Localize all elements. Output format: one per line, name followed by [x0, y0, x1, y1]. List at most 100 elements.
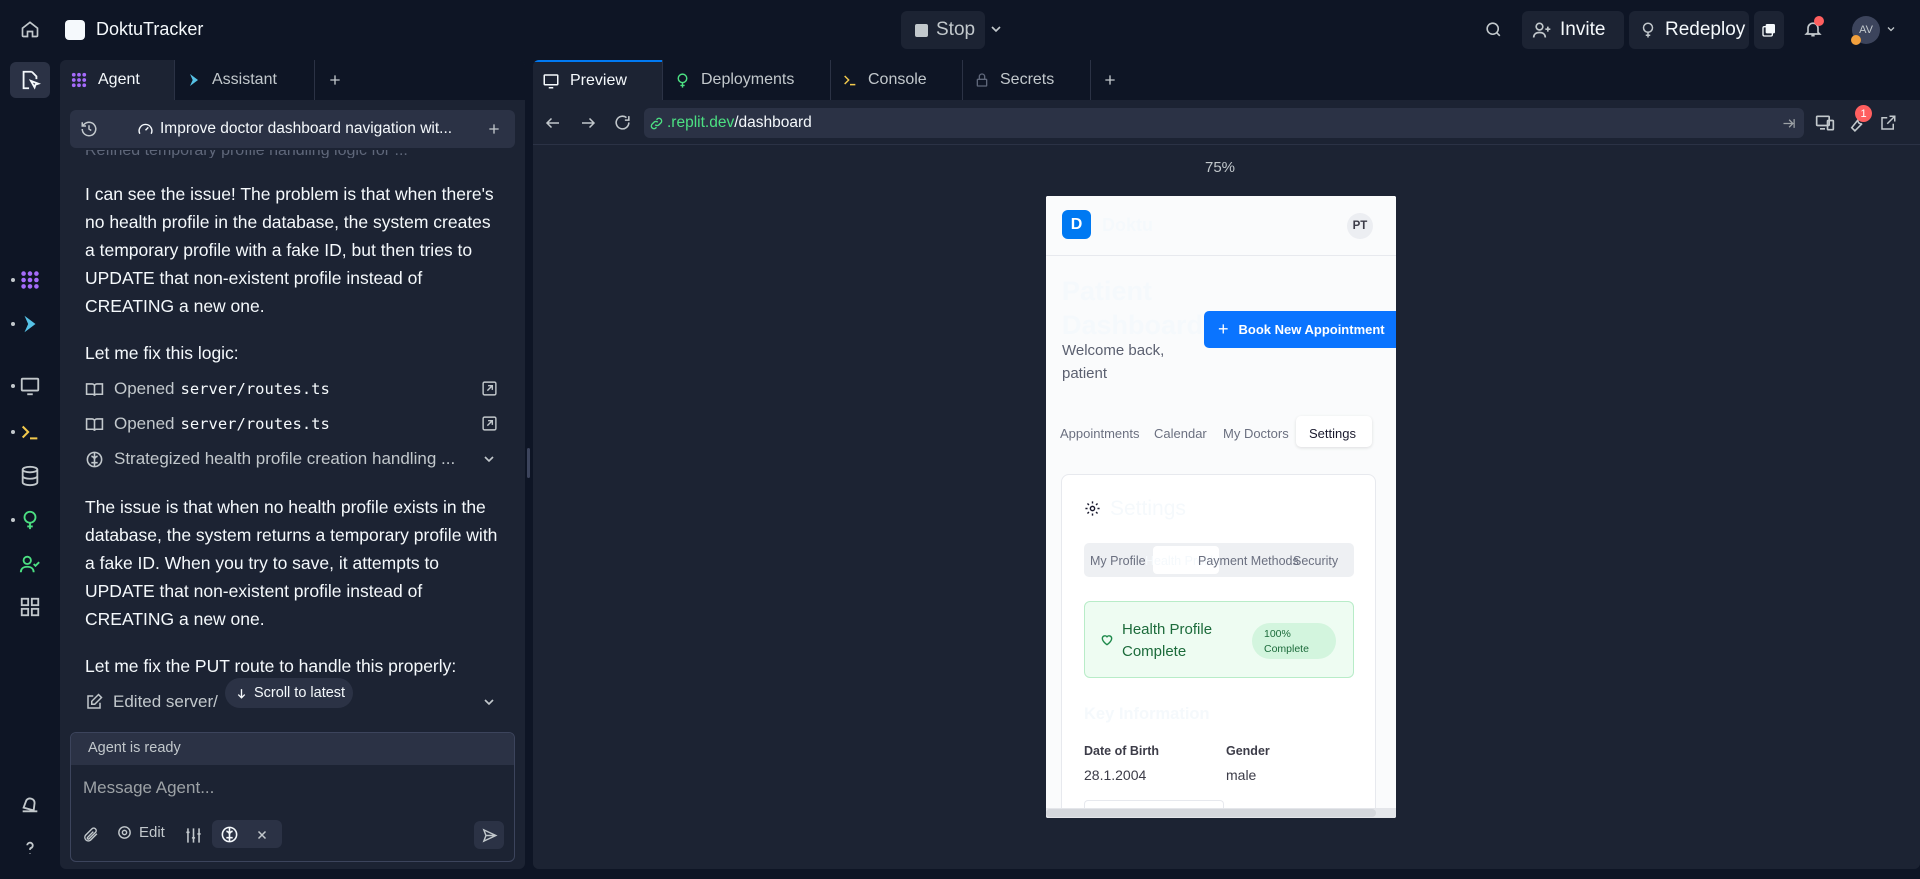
- user-check-icon[interactable]: [19, 553, 41, 575]
- tool-row-opened[interactable]: Opened server/routes.ts: [85, 376, 505, 402]
- assistant-icon[interactable]: [19, 313, 41, 335]
- thread-title[interactable]: Improve doctor dashboard navigation wit.…: [160, 120, 452, 138]
- subtab-my-profile[interactable]: My Profile: [1090, 554, 1146, 568]
- paperclip-icon[interactable]: [82, 826, 99, 843]
- brand-name[interactable]: Doktu: [1102, 215, 1153, 236]
- url-domain: .replit.dev: [667, 114, 735, 131]
- agent-icon[interactable]: [19, 269, 41, 291]
- tool-row-strategy[interactable]: Strategized health profile creation hand…: [85, 446, 505, 472]
- rail-dot: [11, 430, 15, 434]
- top-bar: DoktuTracker Stop Invite Redeploy AV: [0, 0, 1920, 58]
- dob-label: Date of Birth: [1084, 744, 1159, 758]
- book-appointment-label: Book New Appointment: [1238, 322, 1385, 337]
- send-button[interactable]: [474, 821, 504, 849]
- chevron-down-icon[interactable]: [481, 451, 497, 467]
- edit-icon: [85, 693, 103, 711]
- arrow-down-icon: [235, 687, 248, 700]
- edit-mode-button[interactable]: Edit: [116, 824, 165, 841]
- scroll-to-latest-button[interactable]: Scroll to latest: [225, 678, 353, 708]
- database-icon[interactable]: [19, 465, 41, 487]
- tab-appointments[interactable]: Appointments: [1060, 426, 1140, 441]
- settings-title: Settings: [1110, 497, 1186, 520]
- send-icon: [481, 827, 498, 844]
- console-icon: [842, 72, 858, 88]
- close-icon[interactable]: [256, 829, 268, 841]
- left-rail: [0, 58, 60, 879]
- console-icon[interactable]: [19, 421, 41, 443]
- history-icon[interactable]: [80, 120, 98, 138]
- project-title[interactable]: DoktuTracker: [96, 19, 203, 40]
- zoom-level: 75%: [1205, 159, 1236, 176]
- user-avatar[interactable]: PT: [1347, 213, 1373, 239]
- devices-icon[interactable]: [1815, 113, 1835, 133]
- open-file-icon[interactable]: [481, 415, 498, 432]
- gauge-icon: [137, 121, 154, 138]
- url-text: .replit.dev/dashboard: [667, 114, 812, 132]
- subtab-security[interactable]: Security: [1293, 554, 1338, 568]
- tab-my-doctors[interactable]: My Doctors: [1223, 426, 1289, 441]
- page-title-line-1: Patient: [1062, 276, 1153, 306]
- open-file-icon[interactable]: [481, 380, 498, 397]
- external-link-icon[interactable]: [1879, 114, 1897, 132]
- heart-icon: [1100, 633, 1114, 647]
- new-thread-icon[interactable]: [486, 121, 502, 137]
- tab-assistant[interactable]: Assistant: [176, 60, 314, 100]
- reload-icon[interactable]: [613, 113, 632, 132]
- tab-deployments[interactable]: Deployments: [664, 60, 830, 100]
- search-icon[interactable]: [1484, 20, 1503, 39]
- preview-scrollbar-thumb[interactable]: [1046, 809, 1376, 817]
- tab-agent[interactable]: Agent: [60, 60, 174, 100]
- book-appointment-button[interactable]: + Book New Appointment: [1204, 311, 1396, 348]
- add-tab-icon[interactable]: [327, 72, 343, 88]
- plus-icon: +: [1218, 319, 1229, 339]
- subtab-payment-methods[interactable]: Payment Methods: [1198, 554, 1299, 568]
- tab-console[interactable]: Console: [832, 60, 962, 100]
- tab-deployments-label: Deployments: [701, 71, 795, 88]
- deployments-icon[interactable]: [19, 509, 41, 531]
- home-icon[interactable]: [20, 19, 40, 39]
- windows-button[interactable]: [1754, 11, 1784, 49]
- chevron-down-icon[interactable]: [481, 694, 497, 710]
- url-bar[interactable]: [644, 108, 1804, 138]
- gender-value: male: [1226, 767, 1257, 783]
- redeploy-button[interactable]: Redeploy: [1629, 11, 1749, 49]
- tool-verb: Opened: [114, 414, 175, 433]
- preview-icon[interactable]: [19, 375, 41, 397]
- url-path: /dashboard: [734, 114, 812, 131]
- redeploy-icon: [1639, 21, 1657, 39]
- tab-calendar[interactable]: Calendar: [1154, 426, 1207, 441]
- tab-preview[interactable]: Preview: [533, 60, 662, 100]
- file-cursor-icon[interactable]: [19, 69, 41, 91]
- chevron-down-icon[interactable]: [988, 21, 1004, 37]
- invite-button[interactable]: Invite: [1522, 11, 1624, 49]
- tab-agent-label: Agent: [98, 71, 140, 88]
- stop-label: Stop: [936, 19, 976, 40]
- help-icon[interactable]: [19, 837, 41, 859]
- add-tab-icon[interactable]: [1102, 72, 1118, 88]
- panel-resize-handle[interactable]: [527, 448, 530, 478]
- add-user-icon: [1532, 20, 1552, 40]
- key-info-title: Key Information: [1084, 705, 1210, 723]
- back-arrow-icon[interactable]: [544, 114, 562, 132]
- tab-settings[interactable]: Settings: [1309, 426, 1356, 441]
- message-input[interactable]: Message Agent...: [83, 778, 493, 798]
- chat-message: Let me fix this logic:: [85, 343, 239, 363]
- tab-secrets[interactable]: Secrets: [964, 60, 1090, 100]
- tab-assistant-label: Assistant: [212, 71, 277, 88]
- devtools-badge-count: 1: [1860, 107, 1867, 120]
- forward-arrow-icon[interactable]: [579, 114, 597, 132]
- tool-row-opened[interactable]: Opened server/routes.ts: [85, 411, 505, 437]
- tab-divider: [174, 60, 175, 100]
- apps-grid-icon[interactable]: [19, 596, 41, 618]
- tool-verb: Opened: [114, 379, 175, 398]
- stop-button[interactable]: Stop: [901, 11, 985, 49]
- lock-icon: [974, 72, 990, 88]
- chevron-down-icon[interactable]: [1885, 23, 1897, 35]
- rail-dot: [11, 518, 15, 522]
- alerts-icon[interactable]: [19, 793, 41, 815]
- open-url-icon[interactable]: [1781, 116, 1796, 131]
- sliders-icon[interactable]: [184, 826, 203, 845]
- tab-secrets-label: Secrets: [1000, 71, 1055, 88]
- scroll-to-latest-label: Scroll to latest: [254, 685, 346, 701]
- agent-status: Agent is ready: [88, 740, 181, 756]
